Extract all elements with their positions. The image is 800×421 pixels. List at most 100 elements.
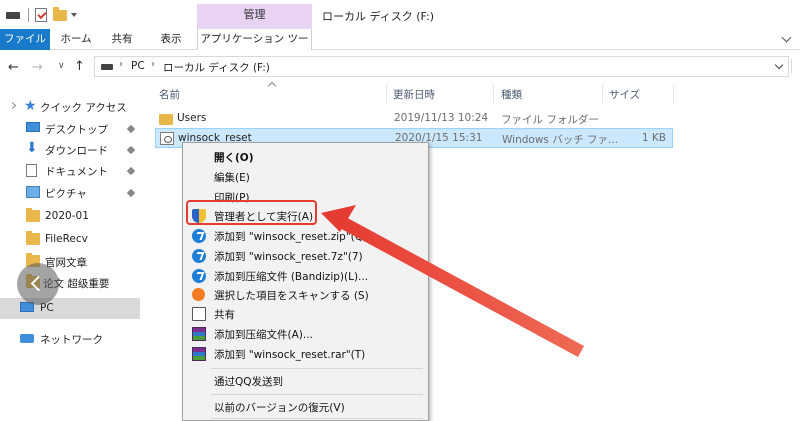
star-icon: ★ <box>24 98 37 114</box>
tab-share[interactable]: 共有 <box>104 29 140 50</box>
menu-item-open[interactable]: 開く(O) <box>183 147 428 167</box>
file-name: Users <box>177 112 207 124</box>
column-divider[interactable] <box>386 85 387 103</box>
menu-label: 添加到压缩文件 (Bandizip)(L)... <box>214 271 369 283</box>
nav-item-network[interactable]: ネットワーク <box>0 328 140 349</box>
tab-view[interactable]: 表示 <box>152 29 190 50</box>
pictures-icon <box>26 186 40 198</box>
folder-icon <box>159 114 173 125</box>
refresh-button[interactable] <box>791 59 800 73</box>
customize-toolbar-icon[interactable] <box>71 13 77 17</box>
breadcrumb-local-disk[interactable]: ローカル ディスク (F:) <box>163 60 270 75</box>
nav-item-official-articles[interactable]: 官网文章 <box>0 251 140 272</box>
up-arrow-icon[interactable]: ↑ <box>74 59 85 74</box>
column-header-date[interactable]: 更新日時 <box>393 87 435 102</box>
menu-label: 添加到压缩文件(A)... <box>214 329 313 341</box>
nav-label: ダウンロード <box>45 145 108 157</box>
quick-access-toolbar <box>6 6 77 24</box>
navigation-bar: ← → ∨ ↑ › PC › ローカル ディスク (F:) <box>0 51 800 81</box>
menu-label: 添加到 "winsock_reset.7z"(7) <box>214 251 363 263</box>
tab-file[interactable]: ファイル <box>0 29 50 50</box>
menu-label: 添加到 "winsock_reset.rar"(T) <box>214 349 366 361</box>
menu-label: 編集(E) <box>214 172 250 184</box>
column-divider[interactable] <box>602 85 603 103</box>
menu-item-add-zip[interactable]: 添加到 "winsock_reset.zip"(Q) <box>183 226 428 246</box>
download-icon: ⬇ <box>26 140 38 156</box>
breadcrumb-pc[interactable]: PC <box>131 60 145 72</box>
documents-icon <box>26 164 37 177</box>
folder-icon <box>26 208 40 222</box>
winrar-icon <box>192 327 206 341</box>
nav-item-filerecv[interactable]: FileRecv <box>0 229 140 250</box>
drive-icon <box>6 11 20 19</box>
menu-item-add-rar[interactable]: 添加到 "winsock_reset.rar"(T) <box>183 344 428 364</box>
menu-item-scan[interactable]: 選択した項目をスキャンする (S) <box>183 285 428 305</box>
file-type: ファイル フォルダー <box>501 114 599 126</box>
expand-chevron-icon[interactable] <box>8 101 17 110</box>
column-divider[interactable] <box>493 85 494 103</box>
file-type: Windows バッチ ファ... <box>502 134 619 146</box>
address-dropdown-icon[interactable] <box>774 60 784 70</box>
recent-locations-icon[interactable]: ∨ <box>58 61 65 71</box>
avast-icon <box>192 288 205 301</box>
menu-item-send-qq[interactable]: 通过QQ发送到 <box>183 371 428 391</box>
folder-icon <box>26 231 40 245</box>
title-bar: 管理 ローカル ディスク (F:) <box>0 0 800 29</box>
nav-item-desktop[interactable]: デスクトップ <box>0 118 140 139</box>
contextual-tab-title: 管理 <box>243 8 266 21</box>
network-icon <box>20 334 34 343</box>
address-bar[interactable]: › PC › ローカル ディスク (F:) <box>94 56 789 77</box>
menu-item-add-archive-bandizip[interactable]: 添加到压缩文件 (Bandizip)(L)... <box>183 266 428 286</box>
share-icon <box>192 307 206 321</box>
nav-item-pc[interactable]: PC <box>0 298 140 319</box>
nav-item-2020-01[interactable]: 2020-01 <box>0 206 140 227</box>
desktop-icon <box>26 122 40 132</box>
pin-icon <box>126 166 136 176</box>
pin-icon <box>126 124 136 134</box>
menu-label: 選択した項目をスキャンする (S) <box>214 290 369 302</box>
menu-label: 以前のバージョンの復元(V) <box>214 402 345 414</box>
winrar-icon <box>192 347 206 361</box>
nav-item-downloads[interactable]: ⬇ ダウンロード <box>0 139 140 160</box>
menu-label: 共有 <box>214 309 235 321</box>
menu-item-edit[interactable]: 編集(E) <box>183 167 428 187</box>
menu-divider <box>211 418 423 419</box>
bandizip-icon <box>192 249 206 263</box>
menu-item-add-archive-winrar[interactable]: 添加到压缩文件(A)... <box>183 324 428 344</box>
column-divider[interactable] <box>673 85 674 103</box>
new-folder-icon[interactable] <box>53 6 67 21</box>
expand-ribbon-icon[interactable] <box>781 32 792 43</box>
tab-application-tools[interactable]: アプリケーション ツール <box>197 29 312 65</box>
forward-arrow-icon[interactable]: → <box>32 60 43 75</box>
navigation-pane: ★ クイック アクセス デスクトップ ⬇ ダウンロード ドキュメント ピクチャ … <box>0 82 140 421</box>
menu-divider <box>211 368 423 369</box>
file-date: 2019/11/13 10:24 <box>394 112 489 124</box>
properties-icon[interactable] <box>35 8 47 22</box>
menu-item-restore-previous[interactable]: 以前のバージョンの復元(V) <box>183 397 428 417</box>
pin-icon <box>126 188 136 198</box>
context-menu: 開く(O) 編集(E) 印刷(P) 管理者として実行(A) 添加到 "winso… <box>182 142 429 421</box>
nav-label: クイック アクセス <box>40 102 127 114</box>
nav-label: ドキュメント <box>45 166 108 178</box>
nav-quick-access[interactable]: ★ クイック アクセス <box>0 96 140 117</box>
menu-item-add-7z[interactable]: 添加到 "winsock_reset.7z"(7) <box>183 246 428 266</box>
drive-icon <box>101 64 113 70</box>
menu-item-share[interactable]: 共有 <box>183 304 428 324</box>
column-header-name[interactable]: 名前 <box>159 87 180 102</box>
file-size: 1 KB <box>641 132 666 144</box>
breadcrumb-chevron-icon[interactable]: › <box>151 59 155 70</box>
menu-label: 添加到 "winsock_reset.zip"(Q) <box>214 231 368 243</box>
menu-label: 通过QQ发送到 <box>214 376 284 388</box>
ribbon-tabs: ファイル ホーム 共有 表示 アプリケーション ツール <box>0 29 800 65</box>
nav-item-documents[interactable]: ドキュメント <box>0 160 140 181</box>
nav-item-pictures[interactable]: ピクチャ <box>0 182 140 203</box>
file-row-users[interactable]: Users 2019/11/13 10:24 ファイル フォルダー <box>155 109 673 129</box>
tab-home[interactable]: ホーム <box>58 29 94 50</box>
back-arrow-icon[interactable]: ← <box>8 60 19 75</box>
breadcrumb-chevron-icon[interactable]: › <box>119 59 123 70</box>
nav-label: FileRecv <box>45 233 88 245</box>
column-header-type[interactable]: 種類 <box>501 87 522 102</box>
nav-label: ネットワーク <box>40 334 103 346</box>
bandizip-icon <box>192 229 206 243</box>
column-header-size[interactable]: サイズ <box>609 87 640 102</box>
